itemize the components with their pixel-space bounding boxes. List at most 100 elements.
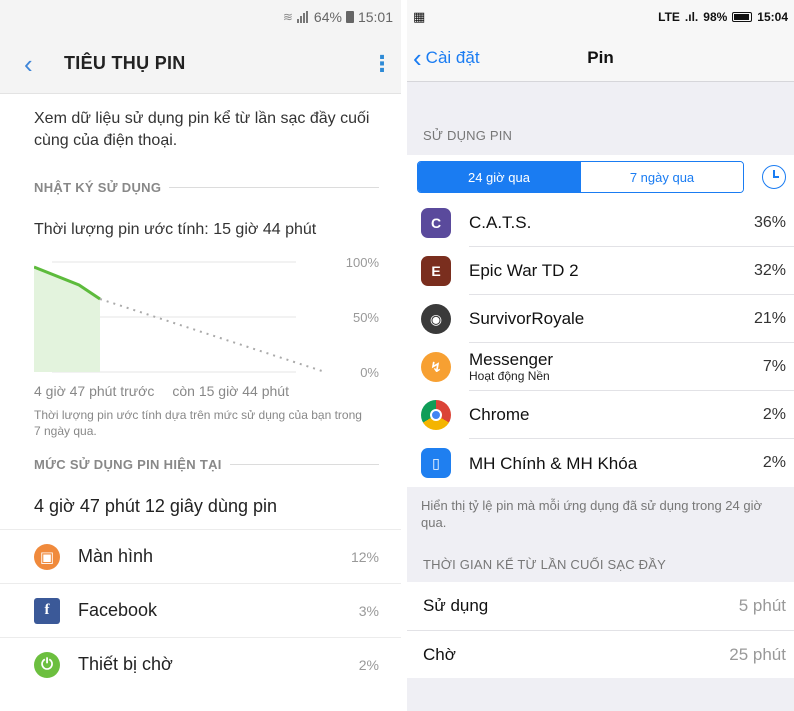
ios-battery-screen: ▦ LTE .ıl. 98% 15:04 ‹ Cài đặt Pin SỬ DỤ…: [407, 0, 794, 711]
since-charge-list: Sử dụng 5 phút Chờ 25 phút: [407, 582, 794, 678]
ios-nav-bar: ‹ Cài đặt Pin: [407, 34, 794, 82]
network-type: LTE: [658, 10, 680, 24]
app-percent: 32%: [753, 261, 786, 279]
phone-screen-icon: ▯: [421, 448, 451, 478]
android-battery-screen: ≋ 64% 15:01 ‹ TIÊU THỤ PIN ⋮ Xem dữ liệu…: [0, 0, 401, 711]
app-percent: 2%: [762, 454, 786, 471]
current-usage-header-label: MỨC SỬ DỤNG PIN HIỆN TẠI: [34, 457, 222, 472]
chart-note: Thời lượng pin ước tính dựa trên mức sử …: [34, 408, 362, 438]
battery-chart-svg: 100% 50% 0%: [33, 255, 379, 380]
chevron-left-icon: ‹: [413, 42, 422, 73]
battery-estimate: Thời lượng pin ước tính: 15 giờ 44 phút: [34, 221, 317, 238]
app-name: Thiết bị chờ: [78, 654, 173, 674]
since-charge-label: Sử dụng: [423, 596, 489, 615]
app-percent: 3%: [358, 602, 379, 619]
app-usage-row[interactable]: Chrome 2%: [407, 391, 794, 439]
app-name: SurvivorRoyale: [469, 309, 585, 328]
current-usage-header: MỨC SỬ DỤNG PIN HIỆN TẠI: [0, 457, 401, 472]
app-usage-row[interactable]: C C.A.T.S. 36%: [407, 199, 794, 247]
status-right: LTE .ıl. 98% 15:04: [658, 10, 788, 24]
since-charge-row: Sử dụng 5 phút: [407, 582, 794, 630]
app-name: Facebook: [78, 600, 158, 620]
app-usage-row[interactable]: ↯ Messenger Hoạt động Nền 7%: [407, 343, 794, 391]
usage-total: 4 giờ 47 phút 12 giây dùng pin: [34, 496, 277, 516]
clock-icon[interactable]: [762, 165, 786, 189]
app-name: C.A.T.S.: [469, 213, 532, 232]
app-name: Chrome: [469, 405, 530, 424]
usage-log-header-label: NHẬT KÝ SỬ DỤNG: [34, 180, 162, 195]
app-grid-icon: ▦: [413, 9, 426, 24]
since-charge-value: 5 phút: [738, 596, 786, 615]
chart-time-labels: 4 giờ 47 phút trước còn 15 giờ 44 phút: [0, 383, 401, 399]
app-usage-row[interactable]: ◉ SurvivorRoyale 21%: [407, 295, 794, 343]
status-time: 15:01: [357, 9, 393, 25]
since-charge-row: Chờ 25 phút: [407, 630, 794, 678]
survivor-royale-icon: ◉: [421, 304, 451, 334]
battery-projection-line: [99, 298, 323, 372]
app-percent: 12%: [350, 548, 379, 565]
battery-icon: [345, 11, 354, 23]
cats-game-icon: C: [421, 208, 451, 238]
wifi-icon: ≋: [282, 10, 293, 24]
app-name: Messenger: [469, 350, 554, 369]
chart-left-label: 4 giờ 47 phút trước: [34, 383, 155, 399]
back-arrow-icon[interactable]: ‹: [24, 51, 64, 77]
since-charge-header: THỜI GIAN KỂ TỪ LẦN CUỐI SẠC ĐẦY: [423, 557, 666, 572]
app-usage-list: C C.A.T.S. 36% E Epic War TD 2 32% ◉ Survi…: [407, 199, 794, 487]
signal-icon: .ıl.: [684, 10, 699, 24]
usage-app-row[interactable]: ▣ Màn hình 12%: [0, 529, 401, 583]
segmented-control: 24 giờ qua 7 ngày qua: [417, 161, 744, 193]
battery-icon: [732, 12, 753, 22]
battery-description: Xem dữ liệu sử dụng pin kể từ lần sạc đầ…: [34, 110, 370, 149]
usage-app-row[interactable]: f Facebook 3%: [0, 583, 401, 637]
usage-footer-note: Hiển thị tỷ lệ pin mà mỗi ứng dụng đã sử…: [421, 498, 763, 530]
time-range-control: 24 giờ qua 7 ngày qua: [407, 155, 794, 199]
signal-icon: [296, 11, 308, 23]
more-options-icon[interactable]: ⋮: [371, 51, 393, 77]
app-usage-row[interactable]: E Epic War TD 2 32%: [407, 247, 794, 295]
back-button-label: Cài đặt: [425, 47, 480, 67]
app-name-block: Messenger Hoạt động Nền: [469, 350, 763, 383]
chrome-icon-center: [430, 409, 442, 421]
battery-percent: 98%: [703, 10, 728, 24]
epic-war-icon: E: [421, 256, 451, 286]
battery-percent: 64%: [313, 9, 342, 25]
segment-7d[interactable]: 7 ngày qua: [580, 162, 743, 192]
tick-0: 0%: [360, 365, 379, 377]
tick-50: 50%: [353, 310, 379, 325]
divider: [229, 464, 379, 465]
app-percent: 21%: [753, 309, 786, 327]
app-percent: 36%: [753, 213, 786, 231]
app-name: Epic War TD 2: [469, 261, 579, 280]
app-percent: 7%: [762, 357, 786, 375]
messenger-icon: ↯: [421, 352, 451, 382]
facebook-icon: f: [34, 597, 60, 624]
ios-status-bar: ▦ LTE .ıl. 98% 15:04: [407, 0, 794, 34]
back-button[interactable]: ‹ Cài đặt: [407, 45, 480, 71]
battery-chart: 100% 50% 0%: [33, 255, 384, 380]
battery-usage-header: SỬ DỤNG PIN: [423, 128, 513, 143]
screen-icon: ▣: [34, 543, 60, 570]
since-charge-label: Chờ: [423, 644, 456, 664]
android-app-bar: ‹ TIÊU THỤ PIN ⋮: [0, 34, 401, 94]
app-name: Màn hình: [78, 546, 154, 566]
usage-log-header: NHẬT KÝ SỬ DỤNG: [0, 180, 401, 195]
app-percent: 2%: [762, 405, 786, 423]
app-subtitle: Hoạt động Nền: [469, 369, 550, 383]
chart-right-label: còn 15 giờ 44 phút: [172, 383, 289, 399]
battery-used-area: [34, 267, 100, 372]
usage-app-row[interactable]: ⏻ Thiết bị chờ 2%: [0, 637, 401, 691]
app-percent: 2%: [358, 656, 379, 673]
android-status-bar: ≋ 64% 15:01: [0, 0, 401, 34]
app-usage-row[interactable]: ▯ MH Chính & MH Khóa 2%: [407, 439, 794, 487]
page-title: TIÊU THỤ PIN: [64, 53, 186, 73]
status-time: 15:04: [757, 10, 788, 24]
since-charge-value: 25 phút: [729, 644, 786, 664]
power-icon: ⏻: [34, 651, 60, 678]
segment-24h[interactable]: 24 giờ qua: [418, 162, 580, 192]
divider: [169, 187, 379, 188]
